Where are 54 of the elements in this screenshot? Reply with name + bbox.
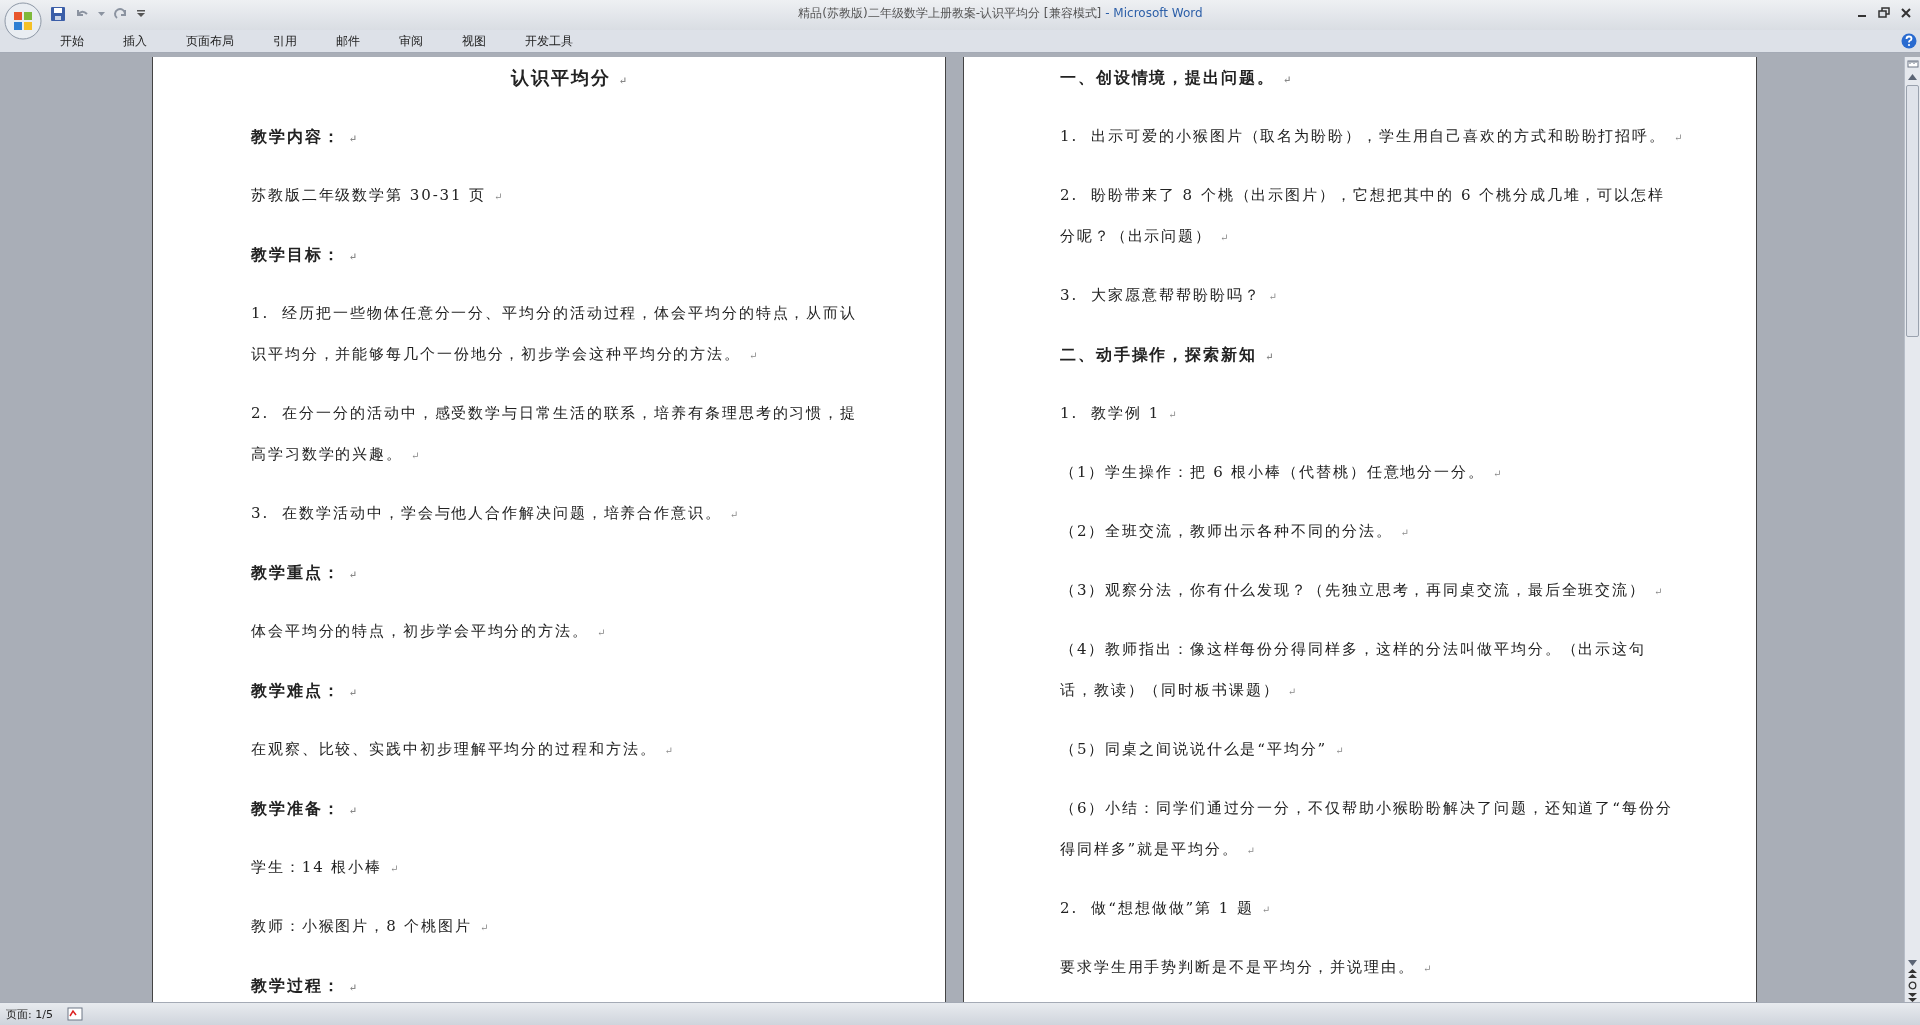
browse-object-icon[interactable] [1908,981,1917,990]
app-name: - Microsoft Word [1105,6,1203,20]
ribbon-tab[interactable]: 邮件 [322,30,374,52]
section-heading: 二、动手操作，探索新知 ↵ [1060,344,1275,366]
paragraph: 1. 经历把一些物体任意分一分、平均分的活动过程，体会平均分的特点，从而认识平均分，并能够每几个一份地分，初步学会这种平均分的方法。 ↵ [251,303,859,365]
help-icon[interactable] [1901,33,1917,49]
ribbon-tab[interactable]: 审阅 [385,30,437,52]
section-heading: 教学准备： ↵ [251,798,358,820]
ribbon-tab[interactable]: 开始 [46,30,98,52]
close-icon[interactable] [1900,7,1912,19]
proofing-icon[interactable] [66,1007,83,1021]
paragraph: 2. 盼盼带来了 8 个桃（出示图片），它想把其中的 6 个桃分成几堆，可以怎样分呢？（出示问题） ↵ [1060,185,1666,247]
section-heading: 教学目标： ↵ [251,244,358,266]
window-title: 精品(苏教版)二年级数学上册教案-认识平均分 [兼容模式] [798,6,1102,20]
ribbon-tab[interactable]: 引用 [259,30,311,52]
section-heading: 一、创设情境，提出问题。 ↵ [1060,67,1293,89]
section-heading: 教学内容： ↵ [251,126,358,148]
section-heading: 教学难点： ↵ [251,680,358,702]
ribbon-tab[interactable]: 视图 [448,30,500,52]
section-heading: 教学过程： ↵ [251,975,358,997]
caret-icon[interactable] [98,11,105,17]
paragraph: 1. 出示可爱的小猴图片（取名为盼盼），学生用自己喜欢的方式和盼盼打招呼。 ↵ [1060,126,1684,147]
paragraph: （6）小结：同学们通过分一分，不仅帮助小猴盼盼解决了问题，还知道了“每份分得同样多”就是平均分。 ↵ [1060,798,1674,860]
paragraph: 苏教版二年级数学第 30-31 页 ↵ [251,185,504,206]
paragraph: 要求学生用手势判断是不是平均分，并说理由。 ↵ [1060,957,1433,978]
paragraph: （1）学生操作：把 6 根小棒（代替桃）任意地分一分。 ↵ [1060,462,1503,483]
document-title: 认识平均分 ↵ [509,66,628,90]
paragraph: 学生：14 根小棒 ↵ [251,857,400,878]
ribbon-tab[interactable]: 页面布局 [172,30,248,52]
ruler-icon[interactable] [1905,57,1920,71]
scrollbar-thumb[interactable] [1906,85,1919,337]
paragraph: 1. 教学例 1 ↵ [1060,403,1178,424]
paragraph: （5）同桌之间说说什么是“平均分” ↵ [1060,739,1345,760]
save-icon[interactable] [50,6,66,22]
scroll-up-icon[interactable] [1908,74,1917,80]
ribbon-tab[interactable]: 开发工具 [511,30,587,52]
paragraph: 体会平均分的特点，初步学会平均分的方法。 ↵ [251,621,607,642]
paragraph: 在观察、比较、实践中初步理解平均分的过程和方法。 ↵ [251,739,674,760]
restore-icon[interactable] [1878,7,1890,19]
ribbon-tab[interactable]: 插入 [109,30,161,52]
paragraph: （3）观察分法，你有什么发现？（先独立思考，再同桌交流，最后全班交流） ↵ [1060,580,1664,601]
paragraph: 2. 在分一分的活动中，感受数学与日常生活的联系，培养有条理思考的习惯，提高学习数学的兴趣。 ↵ [251,403,859,465]
page-count[interactable]: 页面: 1/5 [6,1006,53,1022]
paragraph: 3. 在数学活动中，学会与他人合作解决问题，培养合作意识。 ↵ [251,503,740,524]
paragraph: （4）教师指出：像这样每份分得同样多，这样的分法叫做平均分。（出示这句话，教读）（同时板书课题） ↵ [1060,639,1648,701]
paragraph: 教师：小猴图片，8 个桃图片 ↵ [251,916,490,937]
redo-icon[interactable] [113,6,129,22]
paragraph: （2）全班交流，教师出示各种不同的分法。 ↵ [1060,521,1410,542]
section-heading: 教学重点： ↵ [251,562,358,584]
previous-page-icon[interactable] [1908,969,1917,978]
paragraph: 3. 大家愿意帮帮盼盼吗？ ↵ [1060,285,1278,306]
customize-toolbar-icon[interactable] [137,10,145,18]
scroll-down-icon[interactable] [1908,960,1917,966]
paragraph: 2. 做“想想做做”第 1 题 ↵ [1060,898,1272,919]
